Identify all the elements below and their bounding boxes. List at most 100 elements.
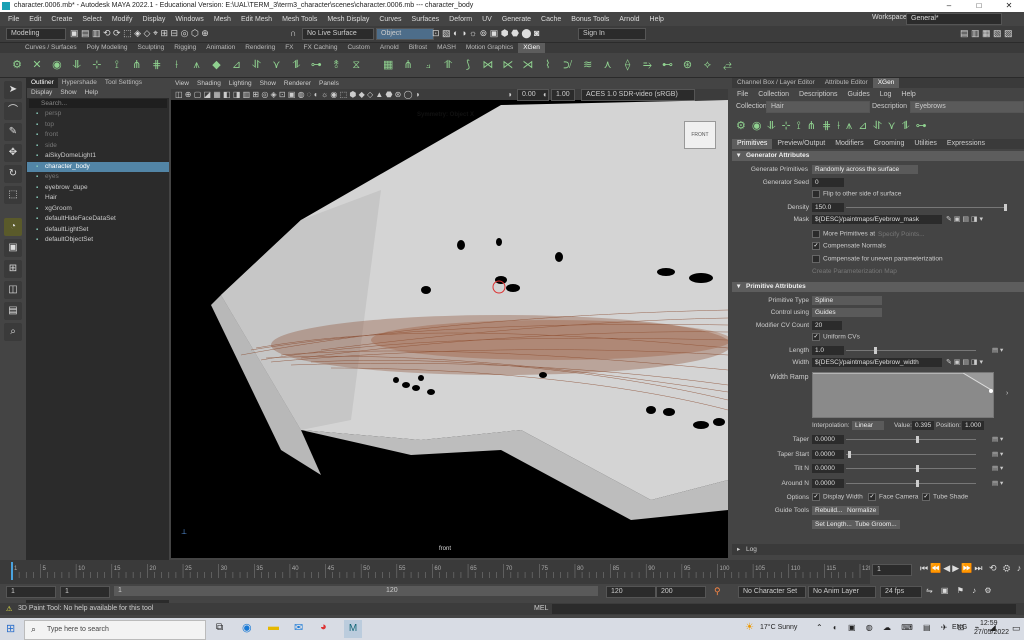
file-explorer-icon[interactable]: ▬ (268, 621, 279, 633)
ramp-expand-icon[interactable]: › (1006, 390, 1008, 397)
xgen-collide-tool-icon[interactable]: ⟡ (700, 58, 714, 72)
magnet-icon[interactable]: ∩ (290, 28, 296, 38)
xgen-cut-tool-icon[interactable]: ⟉ (561, 58, 575, 72)
anim-end-field[interactable]: 200 (656, 586, 706, 598)
xgen-smooth-icon[interactable]: ⩚ (190, 58, 204, 72)
outliner-item[interactable]: ▪ defaultHideFaceDataSet (27, 214, 169, 225)
xgen-comb-icon[interactable]: ⋕ (150, 58, 164, 72)
menu-surfaces[interactable]: Surfaces (412, 16, 440, 23)
uniform-cvs-checkbox[interactable]: ✓ Uniform CVs (812, 333, 860, 341)
tilt-n-slider-knob[interactable] (916, 465, 919, 472)
ramp-value-field[interactable]: 0.395 (912, 420, 934, 430)
subtab-utilities[interactable]: Utilities (909, 139, 942, 149)
subtab-grooming[interactable]: Grooming (869, 139, 910, 149)
minimize-button[interactable]: – (934, 0, 964, 12)
shelf-tab-curves[interactable]: Curves / Surfaces (20, 43, 82, 53)
description-select[interactable]: Eyebrows (910, 101, 1024, 113)
set-length-button[interactable]: Set Length... (812, 520, 855, 529)
xgen-length-icon[interactable]: ⥯ (249, 58, 263, 72)
xgen-grab-icon[interactable]: ⟓ (421, 58, 435, 72)
close-button[interactable]: ✕ (994, 0, 1024, 12)
taper-field[interactable]: 0.0000 (812, 435, 844, 444)
viewport-menu-show[interactable]: Show (256, 78, 280, 89)
viewport-menu-view[interactable]: View (171, 78, 193, 89)
lasso-tool-icon[interactable]: ⌒ (4, 102, 22, 120)
system-tray-icons[interactable]: ⌃ ◐ ▣ ◍ ☁ ⌨ ▤ ✈ ⊡ ⌁ ◢ (816, 623, 1000, 632)
modifier-cv-count-field[interactable]: 20 (812, 320, 842, 330)
anim-layer-select[interactable]: No Anim Layer (808, 586, 876, 598)
subtab-preview-output[interactable]: Preview/Output (772, 139, 830, 149)
language-indicator[interactable]: ENG (952, 624, 967, 631)
density-field[interactable]: 150.0 (812, 202, 844, 212)
ramp-position-field[interactable]: 1.000 (962, 420, 984, 430)
density-slider-knob[interactable] (1004, 203, 1007, 211)
current-frame-field[interactable]: 1 (872, 564, 912, 576)
menu-mesh[interactable]: Mesh (214, 16, 231, 23)
around-n-slider[interactable] (846, 482, 976, 484)
mel-label[interactable]: MEL (534, 605, 548, 612)
view-cube[interactable]: FRONT (684, 121, 716, 149)
anim-start-field[interactable]: 1 (60, 586, 110, 598)
weather-text[interactable]: 17°C Sunny (760, 624, 797, 631)
tube-groom-button[interactable]: Tube Groom... (852, 520, 900, 529)
render-icons[interactable]: ⊡ ▧ ◐ ◑ ☼ ⊚ ▣ ⬢ ⬣ ⬤ ◙ (432, 28, 539, 39)
tab-channel-box[interactable]: Channel Box / Layer Editor (732, 78, 820, 88)
workspace-select[interactable]: General* (906, 13, 1002, 25)
xgen-description-icon[interactable]: ◉ (50, 58, 64, 72)
xgen-preview-icon[interactable]: ⧖ (349, 58, 363, 72)
menu-generate[interactable]: Generate (502, 16, 531, 23)
subtab-modifiers[interactable]: Modifiers (830, 139, 868, 149)
outliner-layout-icon[interactable]: ▤ (4, 302, 22, 320)
xgen-freeze-tool-icon[interactable]: ⊷ (661, 58, 675, 72)
taper-expression-icon[interactable]: ▤ ▾ (992, 435, 1003, 443)
shelf-tab-rendering[interactable]: Rendering (240, 43, 280, 53)
outliner-item[interactable]: ▪ aiSkyDomeLight1 (27, 151, 169, 162)
gear-icon[interactable]: ⚙ (10, 58, 24, 72)
display-width-checkbox[interactable]: ✓ Display Width (812, 493, 863, 501)
viewport-scene[interactable]: Symmetry: Object X FRONT ⊥ front (171, 100, 728, 558)
create-param-map-button[interactable]: Create Parameterization Map (812, 268, 897, 275)
auto-key-icon[interactable]: ⚲ (714, 586, 721, 597)
notification-icon[interactable]: ▭ (1012, 623, 1021, 634)
search-icon[interactable]: ⌕ (4, 323, 22, 341)
outliner-item[interactable]: ▪ front (27, 130, 169, 141)
compensate-normals-checkbox[interactable]: ✓ Compensate Normals (812, 242, 886, 250)
viewport-menu-shading[interactable]: Shading (193, 78, 225, 89)
generate-primitives-select[interactable]: Randomly across the surface (812, 165, 918, 174)
taper-slider-knob[interactable] (916, 436, 919, 443)
xgen-noise-icon[interactable]: ⥮ (289, 58, 303, 72)
xgen-clump-tool-icon[interactable]: ⋏ (601, 58, 615, 72)
viewport-panel[interactable]: View Shading Lighting Show Renderer Pane… (171, 78, 728, 558)
xgen-interactive-icon[interactable]: ▦ (381, 58, 395, 72)
xgen-select-tool-icon[interactable]: ⊛ (680, 58, 694, 72)
width-expression-field[interactable]: ${DESC}/paintmaps/Eyebrow_width (812, 358, 942, 367)
tab-tool-settings[interactable]: Tool Settings (101, 78, 146, 88)
menu-display[interactable]: Display (142, 16, 165, 23)
viewport-toolbar-icons[interactable]: ◫ ⊕ ▢ ◪ ▦ ◧ ◨ ▥ ⊞ ◎ ◈ ⊡ ▣ ◍ ◌ ◐ ☼ ◉ ⬚ ⬢ … (175, 90, 420, 99)
shelf-tab-arnold[interactable]: Arnold (375, 43, 404, 53)
paint-tool-icon[interactable]: ◔ (4, 218, 22, 236)
xgen-part-icon[interactable]: ⥉ (329, 58, 343, 72)
tab-hypershade[interactable]: Hypershade (58, 78, 101, 88)
shelf-tab-xgen[interactable]: XGen (518, 43, 545, 53)
mode-select[interactable]: Modeling (6, 28, 66, 40)
outliner-menu-show[interactable]: Show (56, 88, 80, 98)
menu-modify[interactable]: Modify (112, 16, 133, 23)
face-camera-checkbox[interactable]: ✓ Face Camera (868, 493, 918, 501)
playback-controls[interactable]: ⏮⏪◀▶⏩⏭ ⟲ ⚙ ♪ (920, 563, 1023, 574)
xgen-create-icon[interactable]: ✕ (30, 58, 44, 72)
xgen-twist-icon[interactable]: ⟆ (461, 58, 475, 72)
range-end-field[interactable]: 120 (606, 586, 656, 598)
fps-select[interactable]: 24 fps (880, 586, 922, 598)
collection-select[interactable]: Hair (766, 101, 870, 113)
control-using-select[interactable]: Guides (812, 308, 882, 317)
shelf-tab-fx[interactable]: FX (280, 43, 298, 53)
around-n-expression-icon[interactable]: ▤ ▾ (992, 479, 1003, 487)
xgen-toolbar-icons[interactable]: ⚙◉⥥⊹⟟⋔⋕⟊⩚⊿⥯⋎⥮⊶ (736, 119, 933, 133)
menu-create[interactable]: Create (51, 16, 72, 23)
shelf-tab-sculpting[interactable]: Sculpting (133, 43, 170, 53)
xgen-menu-help[interactable]: Help (896, 91, 920, 98)
primitive-attributes-header[interactable]: Primitive Attributes (732, 281, 1024, 292)
xgen-menu-guides[interactable]: Guides (843, 91, 875, 98)
maya-taskbar-icon[interactable]: M (344, 620, 362, 638)
